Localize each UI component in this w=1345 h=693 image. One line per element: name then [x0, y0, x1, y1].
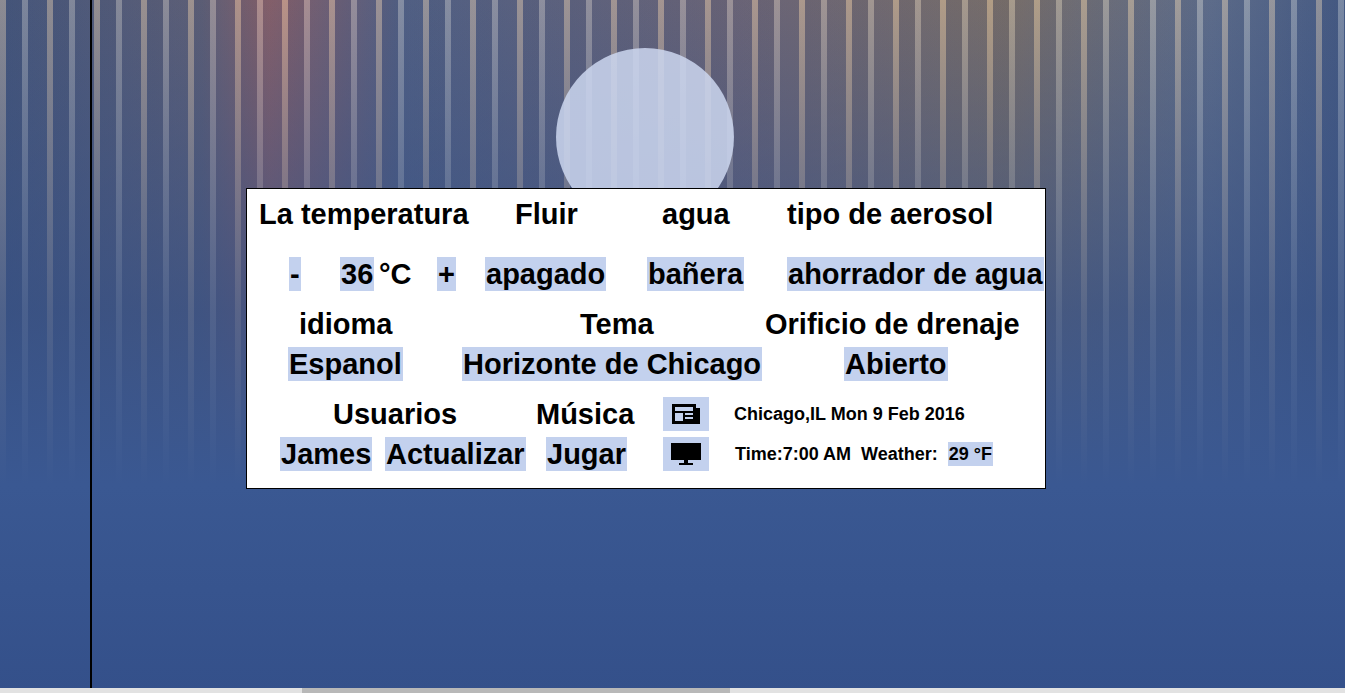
monitor-icon — [670, 442, 702, 466]
update-button[interactable]: Actualizar — [385, 437, 526, 471]
value-row: - 36°C + apagado bañera ahorrador de agua — [247, 256, 1045, 292]
value-row: Espanol Horizonte de Chicago Abierto — [247, 346, 1045, 382]
increase-button[interactable]: + — [437, 257, 456, 291]
weather-value: 29 °F — [948, 442, 993, 466]
decrease-button[interactable]: - — [289, 257, 301, 291]
language-label: idioma — [299, 307, 392, 341]
control-panel: La temperatura Fluir agua tipo de aerosol - 3… — [246, 188, 1046, 489]
label-row: La temperatura Fluir agua tipo de aerosol — [247, 196, 1045, 232]
value-row: James Actualizar Jugar Time:7:00 AM Weather:… — [247, 436, 1045, 472]
weather-label: Weather: — [861, 442, 938, 466]
flow-label: Fluir — [515, 197, 578, 231]
flow-button[interactable]: apagado — [485, 257, 606, 291]
language-button[interactable]: Espanol — [288, 347, 403, 381]
time-text: Time:7:00 AM — [735, 442, 851, 466]
label-row: Usuarios Música Chicago,IL Mon 9 Feb 2016 — [247, 396, 1045, 432]
drain-label: Orificio de drenaje — [765, 307, 1020, 341]
theme-button[interactable]: Horizonte de Chicago — [462, 347, 762, 381]
users-label: Usuarios — [333, 397, 457, 431]
spray-label: tipo de aerosol — [787, 197, 993, 231]
horizontal-scrollbar[interactable] — [0, 688, 1345, 693]
water-label: agua — [662, 197, 730, 231]
display-button[interactable] — [663, 437, 709, 471]
newspaper-icon — [671, 403, 701, 425]
play-button[interactable]: Jugar — [546, 437, 627, 471]
time-weather: Time:7:00 AM Weather: 29 °F — [735, 442, 993, 466]
news-button[interactable] — [663, 397, 709, 431]
music-label: Música — [536, 397, 634, 431]
screen: La temperatura Fluir agua tipo de aerosol - 3… — [0, 0, 1345, 693]
spray-button[interactable]: ahorrador de agua — [787, 257, 1044, 291]
water-button[interactable]: bañera — [647, 257, 744, 291]
theme-label: Tema — [580, 307, 654, 341]
main-area: La temperatura Fluir agua tipo de aerosol - 3… — [0, 0, 1345, 688]
background-photo: La temperatura Fluir agua tipo de aerosol - 3… — [92, 0, 1345, 688]
user-button[interactable]: James — [280, 437, 372, 471]
temperature-unit: °C — [379, 257, 412, 291]
drain-button[interactable]: Abierto — [844, 347, 948, 381]
location-date: Chicago,IL Mon 9 Feb 2016 — [734, 402, 965, 426]
label-row: idioma Tema Orificio de drenaje — [247, 306, 1045, 342]
temperature-label: La temperatura — [259, 197, 469, 231]
scrollbar-thumb[interactable] — [302, 688, 730, 693]
left-divider — [0, 0, 92, 688]
temperature-value[interactable]: 36 — [340, 257, 374, 291]
